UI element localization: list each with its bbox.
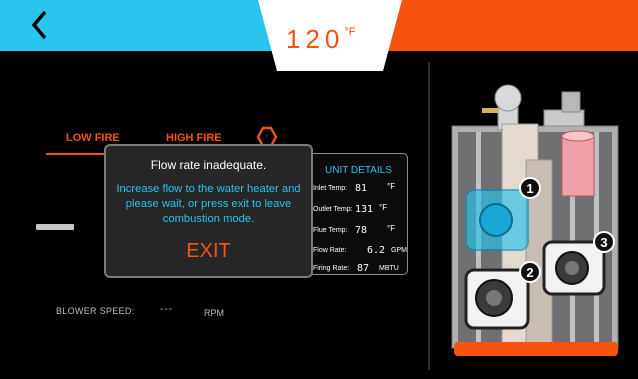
detail-label: Flow Rate: [313, 247, 347, 254]
detail-label: Flue Temp: [313, 227, 348, 234]
detail-row-firing-rate: Firing Rate: [313, 265, 349, 272]
callout-3[interactable]: 3 [600, 235, 607, 250]
blower-speed-label: BLOWER SPEED: [56, 306, 135, 316]
detail-unit: °F [387, 182, 396, 191]
detail-value: 78 [355, 225, 368, 236]
detail-unit: °F [387, 224, 396, 233]
back-button[interactable] [26, 8, 56, 42]
callout-1[interactable]: 1 [526, 181, 533, 196]
water-heater-illustration: 1 2 3 [451, 84, 619, 356]
fire-level-indicator [36, 224, 74, 230]
detail-unit: MBTU [379, 265, 399, 272]
detail-value: 131 [355, 204, 374, 215]
blower-speed-value: --- [160, 304, 173, 315]
active-tab-underline [46, 153, 108, 155]
unit-details-panel: UNIT DETAILS Inlet Temp: 81 °F Outlet Te… [306, 153, 408, 275]
detail-label: Outlet Temp: [313, 206, 353, 213]
exit-button[interactable]: EXIT [106, 240, 311, 263]
detail-row-inlet-temp: Inlet Temp: [313, 185, 347, 192]
detail-value: 6.2 [367, 245, 386, 256]
tab-high-fire[interactable]: HIGH FIRE [166, 132, 222, 144]
temperature-unit: °F [344, 26, 356, 38]
dialog-title: Flow rate inadequate. [150, 158, 267, 172]
detail-label: Inlet Temp: [313, 185, 348, 192]
dialog-message: Increase flow to the water heater and pl… [116, 183, 301, 225]
detail-value: 81 [355, 183, 368, 194]
blower-speed-unit: RPM [204, 308, 224, 318]
flow-rate-dialog: Flow rate inadequate. Increase flow to t… [104, 144, 313, 278]
temperature-value: 120 [286, 24, 345, 54]
detail-row-outlet-temp: Outlet Temp: [313, 206, 353, 213]
detail-unit: GPM [391, 247, 407, 254]
panel-divider [428, 62, 430, 370]
chevron-left-icon [31, 10, 47, 40]
detail-unit: °F [379, 203, 388, 212]
detail-row-flow-rate: Flow Rate: [313, 247, 346, 254]
setpoint-temperature[interactable]: 120°F [286, 24, 356, 55]
callout-2[interactable]: 2 [526, 265, 533, 280]
detail-value: 87 [357, 263, 370, 274]
detail-label: Firing Rate: [313, 265, 350, 272]
detail-row-flue-temp: Flue Temp: [313, 227, 348, 234]
top-bar: 120°F [0, 0, 638, 71]
water-heater-diagram: 1 2 3 [436, 80, 636, 370]
tab-low-fire[interactable]: LOW FIRE [66, 132, 120, 144]
unit-details-title: UNIT DETAILS [325, 165, 392, 176]
